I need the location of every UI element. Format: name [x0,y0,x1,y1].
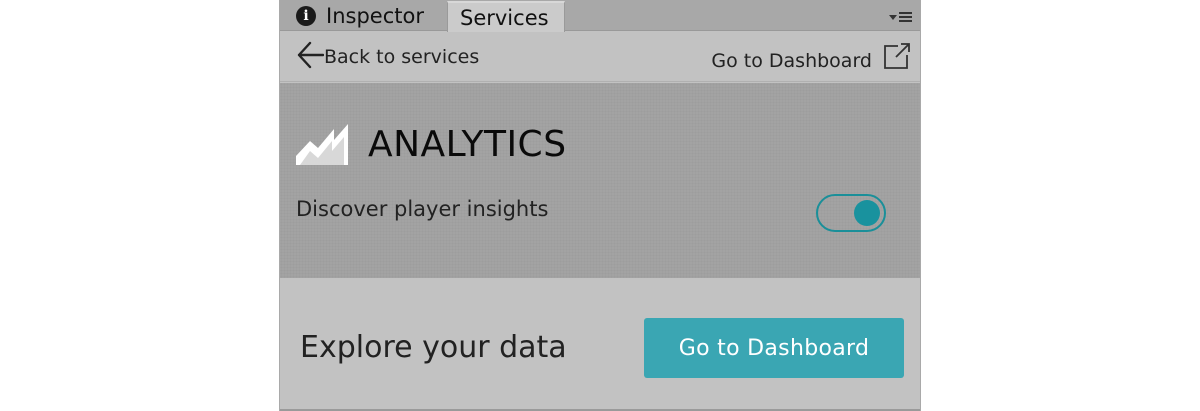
analytics-panel: ANALYTICS Discover player insights [280,83,920,278]
analytics-subtitle: Discover player insights [296,197,549,221]
info-icon: i [296,5,316,26]
go-to-dashboard-link[interactable]: Go to Dashboard [711,40,912,72]
navigation-row: Back to services Go to Dashboard [280,32,920,82]
analytics-chart-icon [296,124,348,165]
go-to-dashboard-link-label: Go to Dashboard [711,50,872,72]
explore-section: Explore your data Go to Dashboard [280,278,920,411]
services-window: i Inspector Services Back to services Go… [279,0,921,411]
back-to-services-link[interactable]: Back to services [296,40,479,70]
analytics-header: ANALYTICS [296,123,567,165]
analytics-enable-toggle[interactable] [816,194,886,232]
arrow-left-icon [297,41,324,69]
analytics-title: ANALYTICS [368,123,567,165]
tab-inspector-label: Inspector [326,3,424,28]
tab-services-label: Services [460,5,549,30]
tab-bar: i Inspector Services [280,0,920,32]
go-to-dashboard-button[interactable]: Go to Dashboard [644,318,904,378]
back-to-services-label: Back to services [324,46,480,68]
tab-menu-icon[interactable] [889,12,912,22]
hamburger-icon [899,12,912,22]
tab-services[interactable]: Services [447,1,565,32]
tab-inspector[interactable]: i Inspector [296,0,424,31]
toggle-knob [854,200,880,226]
explore-your-data-label: Explore your data [300,330,567,365]
dropdown-triangle-icon [889,14,897,20]
external-link-icon [884,43,910,69]
